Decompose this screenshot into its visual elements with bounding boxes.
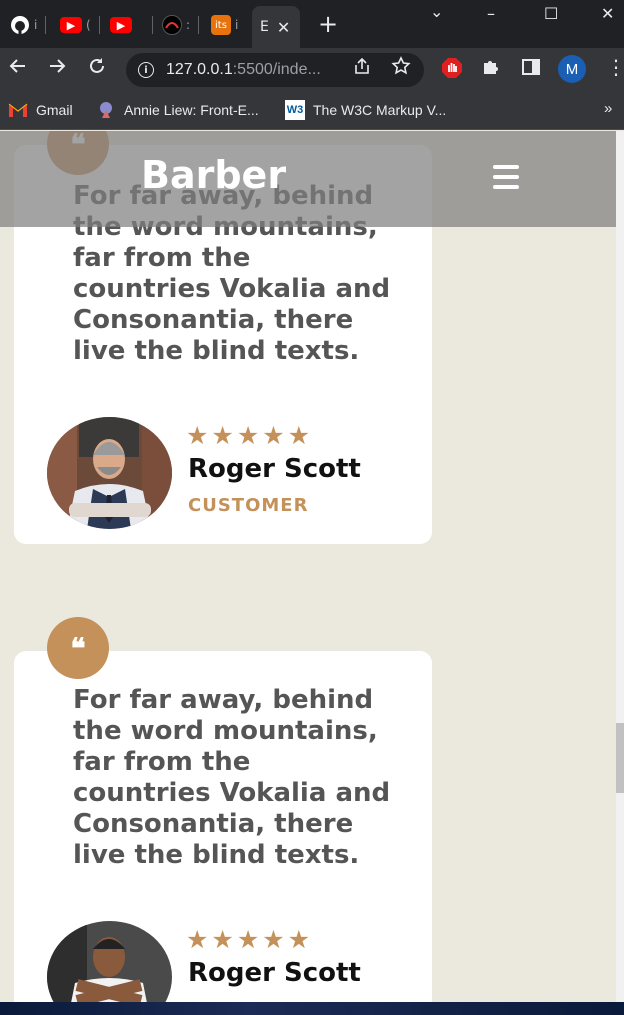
url-host: 127.0.0.1 bbox=[166, 61, 233, 78]
extensions-puzzle-icon[interactable] bbox=[481, 57, 501, 81]
github-icon bbox=[10, 15, 30, 35]
kebab-menu-icon[interactable]: ⋮ bbox=[606, 57, 624, 77]
address-bar[interactable]: i 127.0.0.1:5500/inde... bbox=[126, 53, 424, 87]
tab-label: i bbox=[235, 18, 239, 32]
minimize-icon[interactable]: – bbox=[487, 4, 495, 23]
bookmark-label: The W3C Markup V... bbox=[313, 102, 447, 118]
hamburger-line bbox=[493, 175, 519, 179]
close-tab-icon[interactable]: ✕ bbox=[277, 18, 290, 37]
quote-icon: ❝ bbox=[47, 617, 109, 679]
its-icon: its bbox=[211, 15, 231, 35]
bookmarks-overflow-button[interactable]: » bbox=[604, 100, 612, 117]
os-taskbar bbox=[0, 1002, 624, 1015]
url-path: :5500/inde... bbox=[232, 61, 321, 78]
hamburger-line bbox=[493, 165, 519, 169]
w3c-icon: W3 bbox=[285, 100, 305, 120]
browser-toolbar: i 127.0.0.1:5500/inde... M ⋮ bbox=[0, 48, 624, 90]
tab-dark-logo[interactable]: : bbox=[162, 8, 200, 42]
tab-label: : bbox=[186, 18, 191, 32]
tab-active-label: E bbox=[260, 19, 269, 35]
tab-label: ( bbox=[86, 18, 91, 32]
side-panel-icon[interactable] bbox=[521, 57, 541, 81]
tab-separator bbox=[198, 16, 200, 34]
gmail-icon bbox=[8, 100, 28, 120]
adblock-extension-icon[interactable] bbox=[441, 57, 463, 83]
brand-logo[interactable]: Barber bbox=[141, 153, 286, 197]
page-viewport: ❝ For far away, behind the word mountain… bbox=[0, 131, 624, 1002]
bookmark-label: Annie Liew: Front-E... bbox=[124, 102, 259, 118]
youtube-icon: ▶ bbox=[110, 17, 132, 33]
tab-github[interactable]: i bbox=[10, 8, 47, 42]
youtube-icon: ▶ bbox=[60, 17, 82, 33]
bookmark-gmail[interactable]: Gmail bbox=[8, 100, 73, 120]
tab-separator bbox=[45, 16, 47, 34]
close-window-icon[interactable]: ✕ bbox=[601, 4, 614, 23]
dark-logo-icon bbox=[162, 15, 182, 35]
profile-avatar[interactable]: M bbox=[558, 55, 586, 83]
tab-separator bbox=[98, 16, 100, 34]
tab-youtube-2[interactable]: ▶ bbox=[110, 8, 153, 42]
bookmark-label: Gmail bbox=[36, 102, 73, 118]
star-rating: ★★★★★ bbox=[186, 925, 314, 954]
hamburger-line bbox=[493, 185, 519, 189]
back-arrow-icon[interactable] bbox=[8, 56, 28, 81]
customer-role: CUSTOMER bbox=[188, 495, 309, 516]
site-header: Barber bbox=[0, 131, 616, 227]
star-rating: ★★★★★ bbox=[186, 421, 314, 450]
tab-youtube-1[interactable]: ▶ ( bbox=[60, 8, 100, 42]
customer-name: Roger Scott bbox=[188, 958, 361, 988]
maximize-icon[interactable]: ☐ bbox=[544, 4, 558, 23]
annie-icon bbox=[96, 100, 116, 120]
customer-photo bbox=[47, 417, 172, 529]
forward-arrow-icon[interactable] bbox=[47, 56, 67, 81]
tab-active[interactable]: E ✕ bbox=[252, 6, 300, 48]
url-text[interactable]: 127.0.0.1:5500/inde... bbox=[166, 61, 321, 79]
site-info-icon[interactable]: i bbox=[138, 62, 154, 78]
page-scrollbar[interactable] bbox=[616, 131, 624, 1002]
tab-separator bbox=[152, 16, 153, 34]
bookmark-annie-liew[interactable]: Annie Liew: Front-E... bbox=[96, 100, 259, 120]
new-tab-button[interactable]: + bbox=[318, 12, 338, 36]
tab-label: i bbox=[34, 18, 38, 32]
testimonial-text: For far away, behind the word mountains,… bbox=[73, 685, 391, 870]
share-icon[interactable] bbox=[352, 56, 372, 81]
tab-its[interactable]: its i bbox=[211, 8, 238, 42]
scrollbar-thumb[interactable] bbox=[616, 723, 624, 793]
tab-search-chevron-icon[interactable]: ⌄ bbox=[430, 2, 443, 21]
hamburger-menu-icon[interactable] bbox=[493, 165, 519, 189]
bookmarks-bar: Gmail Annie Liew: Front-E... W3 The W3C … bbox=[0, 90, 624, 130]
customer-name: Roger Scott bbox=[188, 454, 361, 484]
bookmark-w3c[interactable]: W3 The W3C Markup V... bbox=[285, 100, 446, 120]
reload-icon[interactable] bbox=[87, 56, 107, 81]
browser-tab-bar: i ▶ ( ▶ : its i E ✕ + ⌄ – ☐ ✕ bbox=[0, 0, 624, 48]
bookmark-star-icon[interactable] bbox=[391, 56, 411, 81]
